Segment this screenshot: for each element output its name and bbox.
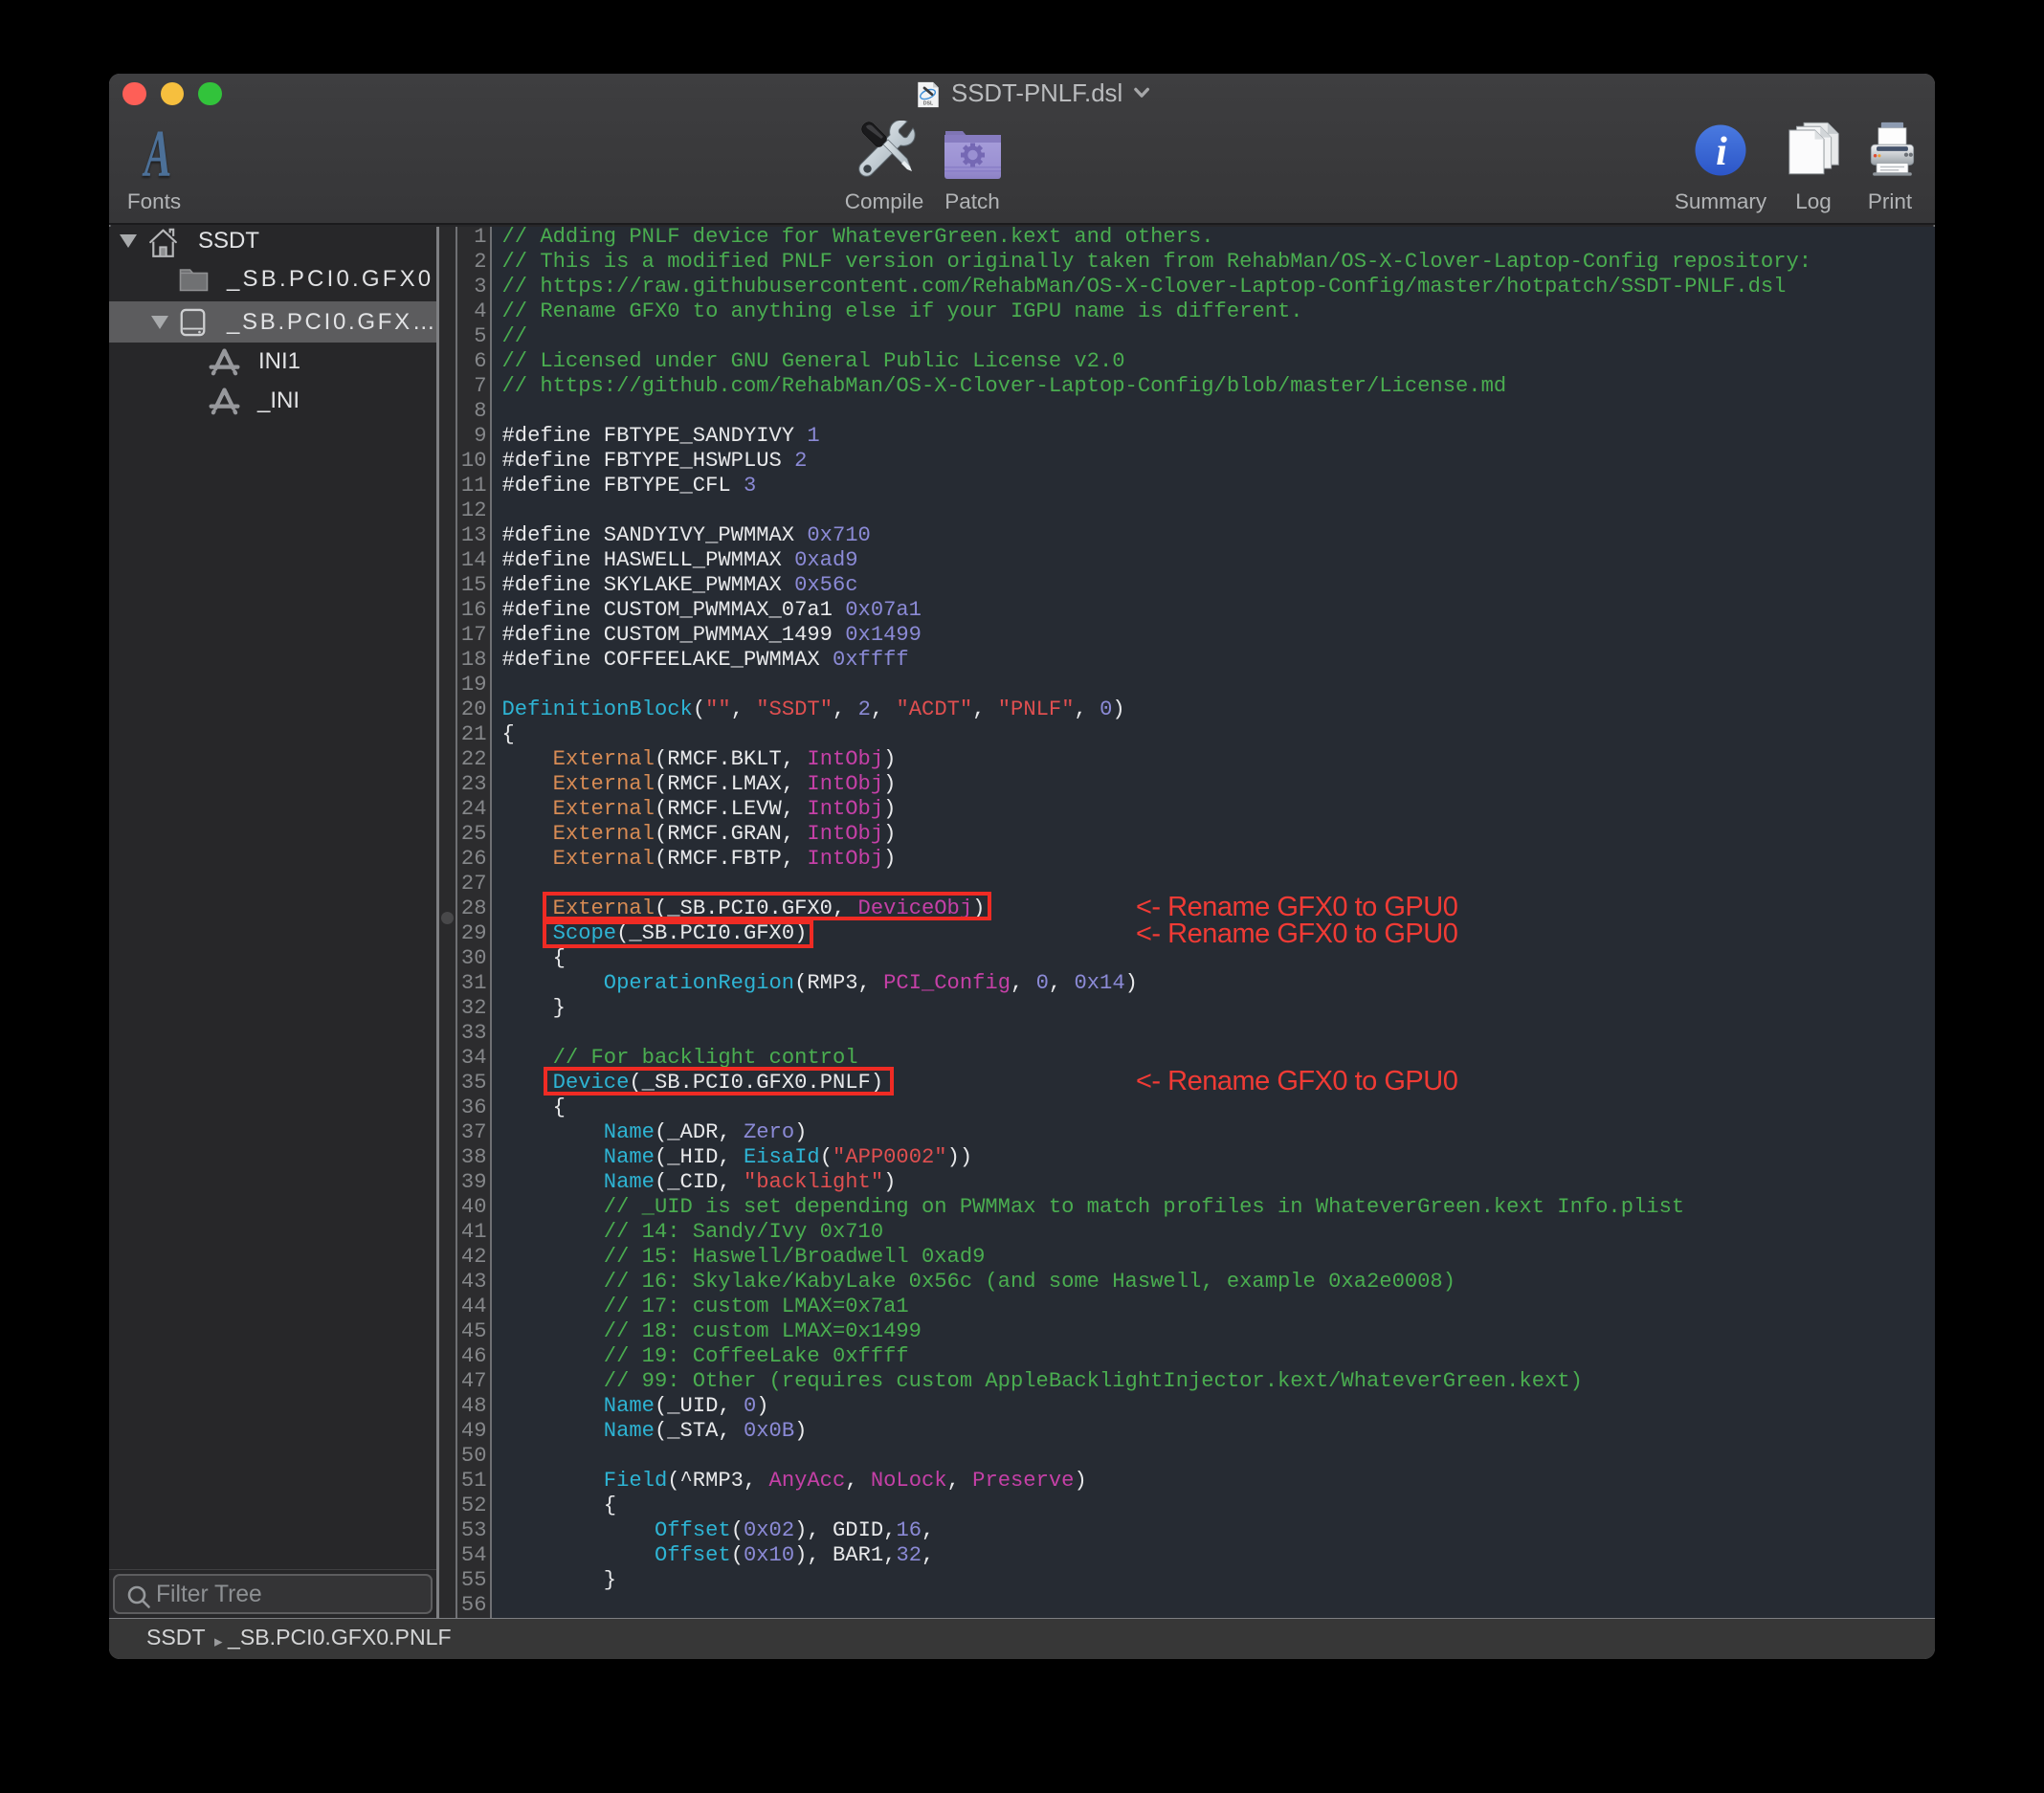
svg-text:i: i <box>1716 130 1727 174</box>
svg-text:DSL: DSL <box>923 100 934 106</box>
